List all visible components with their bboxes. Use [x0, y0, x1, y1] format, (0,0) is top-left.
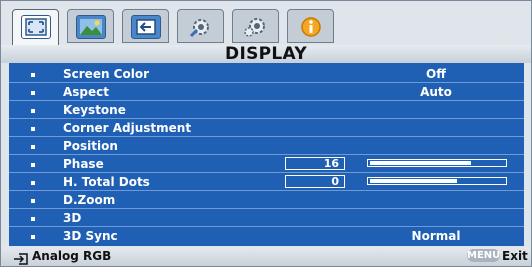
menu-item-d-zoom[interactable]: D.Zoom [9, 192, 524, 209]
system-setup-advanced-tab-icon [241, 15, 271, 39]
tab-information[interactable] [287, 9, 334, 43]
tab-source[interactable] [122, 9, 169, 43]
menu-item-3d[interactable]: 3D [9, 210, 524, 227]
menu-item-label: Screen Color [63, 67, 149, 81]
menu-item-position[interactable]: Position [9, 138, 524, 155]
page-title: DISPLAY [225, 44, 307, 64]
input-source-icon [13, 250, 28, 265]
menu-item-label: Keystone [63, 103, 126, 117]
tab-display[interactable] [12, 9, 59, 47]
menu-item-value: Normal [411, 229, 461, 243]
menu-item-h-total-dots[interactable]: H. Total Dots 0 [9, 174, 524, 191]
menu-key-badge[interactable]: MENU [467, 249, 500, 262]
menu-item-label: D.Zoom [63, 193, 116, 207]
menu-item-label: Corner Adjustment [63, 121, 192, 135]
tab-picture[interactable] [67, 9, 114, 43]
h-total-dots-value: 0 [331, 175, 339, 188]
menu-item-phase[interactable]: Phase 16 [9, 156, 524, 173]
phase-value-box: 16 [285, 157, 345, 170]
bullet-icon [31, 217, 35, 221]
h-total-dots-slider-fill [370, 179, 457, 183]
menu-item-label: 3D [63, 211, 82, 225]
bullet-icon [31, 235, 35, 239]
information-tab-icon [296, 15, 326, 39]
menu-item-label: H. Total Dots [63, 175, 150, 189]
projector-osd-window: DISPLAY Screen Color Off Aspect Auto Key… [0, 0, 532, 267]
menu-item-label: Position [63, 139, 118, 153]
menu-panel: Screen Color Off Aspect Auto Keystone Co… [9, 63, 524, 246]
tab-system-setup-advanced[interactable] [232, 9, 279, 43]
phase-value: 16 [323, 157, 339, 170]
bullet-icon [31, 73, 35, 77]
display-tab-icon [21, 15, 51, 39]
bullet-icon [31, 199, 35, 203]
source-tab-icon [131, 15, 161, 39]
tab-system-setup-basic[interactable] [177, 9, 224, 43]
input-source-label: Analog RGB [32, 249, 112, 263]
menu-item-aspect[interactable]: Aspect Auto [9, 84, 524, 101]
system-setup-basic-tab-icon [186, 15, 216, 39]
bullet-icon [31, 109, 35, 113]
menu-item-label: Aspect [63, 85, 110, 99]
h-total-dots-value-box: 0 [285, 175, 345, 188]
menu-item-label: Phase [63, 157, 104, 171]
bullet-icon [31, 145, 35, 149]
menu-item-label: 3D Sync [63, 229, 118, 243]
menu-header: DISPLAY [1, 44, 531, 64]
menu-item-value: Off [426, 67, 446, 81]
bullet-icon [31, 163, 35, 167]
menu-item-corner-adjustment[interactable]: Corner Adjustment [9, 120, 524, 137]
bullet-icon [31, 127, 35, 131]
h-total-dots-slider[interactable] [367, 177, 507, 185]
status-bar: Analog RGB MENU Exit [1, 247, 531, 266]
menu-item-keystone[interactable]: Keystone [9, 102, 524, 119]
exit-label: Exit [502, 249, 528, 263]
phase-slider-fill [370, 161, 471, 165]
menu-item-screen-color[interactable]: Screen Color Off [9, 66, 524, 83]
bullet-icon [31, 181, 35, 185]
phase-slider[interactable] [367, 159, 507, 167]
picture-tab-icon [76, 15, 106, 39]
menu-item-3d-sync[interactable]: 3D Sync Normal [9, 228, 524, 245]
menu-item-value: Auto [420, 85, 452, 99]
bullet-icon [31, 91, 35, 95]
